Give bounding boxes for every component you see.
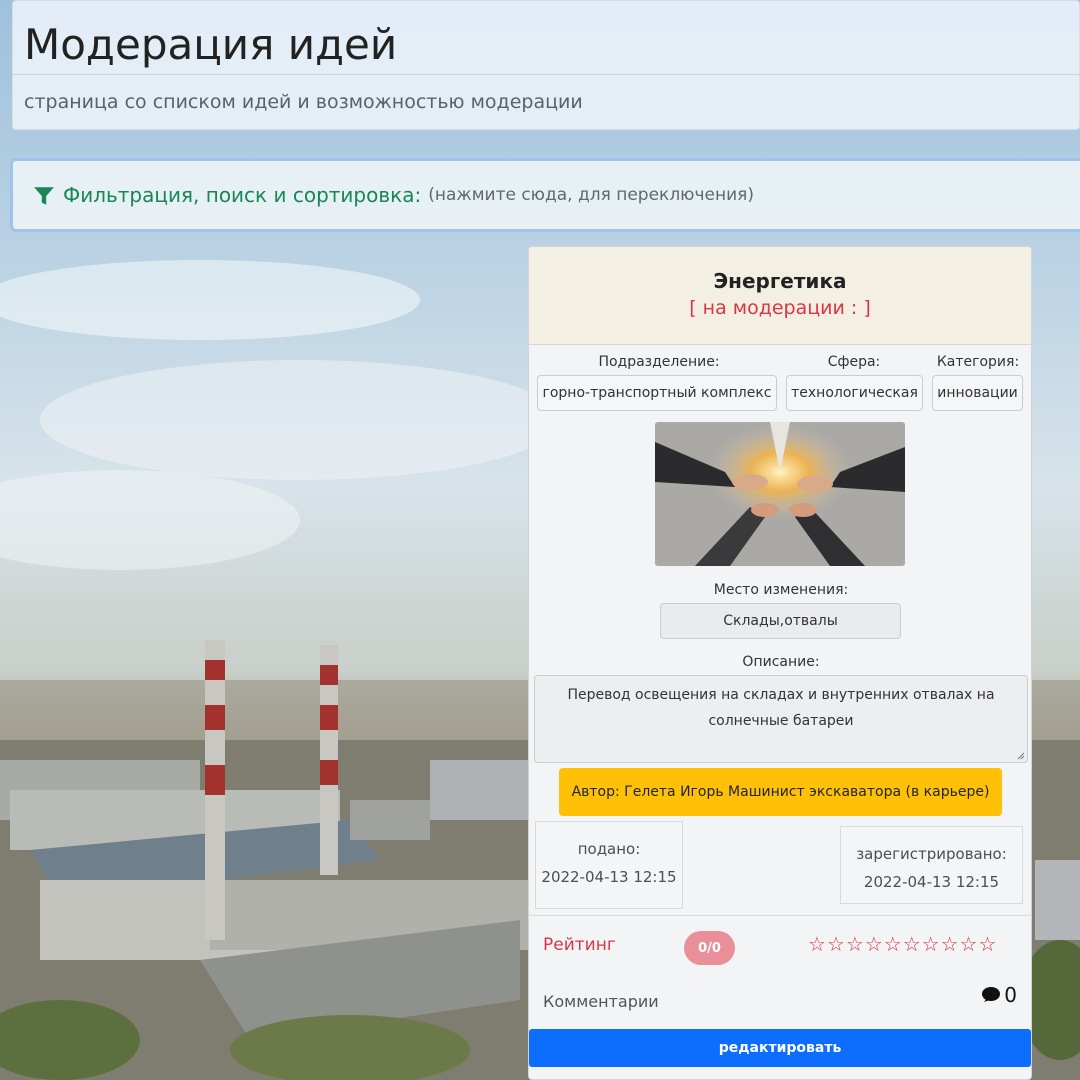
comments-count: 0 (1004, 983, 1017, 1007)
edit-button[interactable]: редактировать (529, 1029, 1031, 1067)
sphere-label: Сфера: (827, 354, 881, 370)
card-title: Энергетика (713, 269, 847, 293)
sphere-value: технологическая (786, 375, 923, 411)
rating-stars: ☆ ☆ ☆ ☆ ☆ ☆ ☆ ☆ ☆ ☆ (808, 931, 996, 957)
description-label: Описание: (742, 654, 820, 670)
registered-date: 2022-04-13 12:15 (863, 873, 1000, 891)
star-icon[interactable]: ☆ (827, 931, 845, 957)
rating-label: Рейтинг (543, 935, 616, 955)
registered-label: зарегистрировано: (856, 845, 1007, 863)
star-icon[interactable]: ☆ (808, 931, 826, 957)
description-field[interactable]: Перевод освещения на складах и внутренни… (534, 675, 1028, 763)
rating-badge: 0/0 (684, 931, 735, 965)
idea-image (655, 422, 905, 566)
star-icon[interactable]: ☆ (960, 931, 978, 957)
submitted-box: подано: 2022-04-13 12:15 (535, 821, 683, 909)
star-icon[interactable]: ☆ (941, 931, 959, 957)
idea-card: Энергетика [ на модерации : ] Подразделе… (528, 246, 1032, 1080)
page-title: Модерация идей (24, 20, 398, 69)
header-divider (13, 74, 1079, 75)
star-icon[interactable]: ☆ (884, 931, 902, 957)
comment-icon (982, 987, 1001, 1002)
resize-handle-icon[interactable] (1015, 750, 1025, 760)
comments-counter[interactable]: 0 (981, 983, 1017, 1007)
author-badge: Автор: Гелета Игорь Машинист экскаватора… (559, 768, 1002, 816)
filter-hint: (нажмите сюда, для переключения) (428, 185, 755, 205)
description-text: Перевод освещения на складах и внутренни… (567, 687, 995, 729)
category-label: Категория: (936, 354, 1020, 370)
division-value: горно-транспортный комплекс (537, 375, 777, 411)
card-header: Энергетика [ на модерации : ] (529, 247, 1031, 345)
place-value: Склады,отвалы (660, 603, 901, 639)
star-icon[interactable]: ☆ (846, 931, 864, 957)
registered-box: зарегистрировано: 2022-04-13 12:15 (840, 826, 1023, 904)
category-value: инновации (932, 375, 1023, 411)
place-label: Место изменения: (713, 582, 849, 598)
filter-icon (34, 187, 54, 205)
submitted-date: 2022-04-13 12:15 (541, 868, 677, 886)
star-icon[interactable]: ☆ (922, 931, 940, 957)
star-icon[interactable]: ☆ (978, 931, 996, 957)
submitted-label: подано: (577, 840, 641, 858)
division-label: Подразделение: (598, 354, 720, 370)
star-icon[interactable]: ☆ (903, 931, 921, 957)
status-badge: [ на модерации : ] (689, 297, 871, 319)
card-divider (529, 915, 1031, 916)
star-icon[interactable]: ☆ (865, 931, 883, 957)
filter-title: Фильтрация, поиск и сортировка: (63, 183, 422, 207)
comments-label: Комментарии (543, 992, 659, 1011)
filter-toggle[interactable]: Фильтрация, поиск и сортировка: (нажмите… (10, 158, 1080, 232)
page-subtitle: страница со списком идей и возможностью … (24, 91, 583, 113)
page-header: Модерация идей страница со списком идей … (12, 0, 1080, 130)
